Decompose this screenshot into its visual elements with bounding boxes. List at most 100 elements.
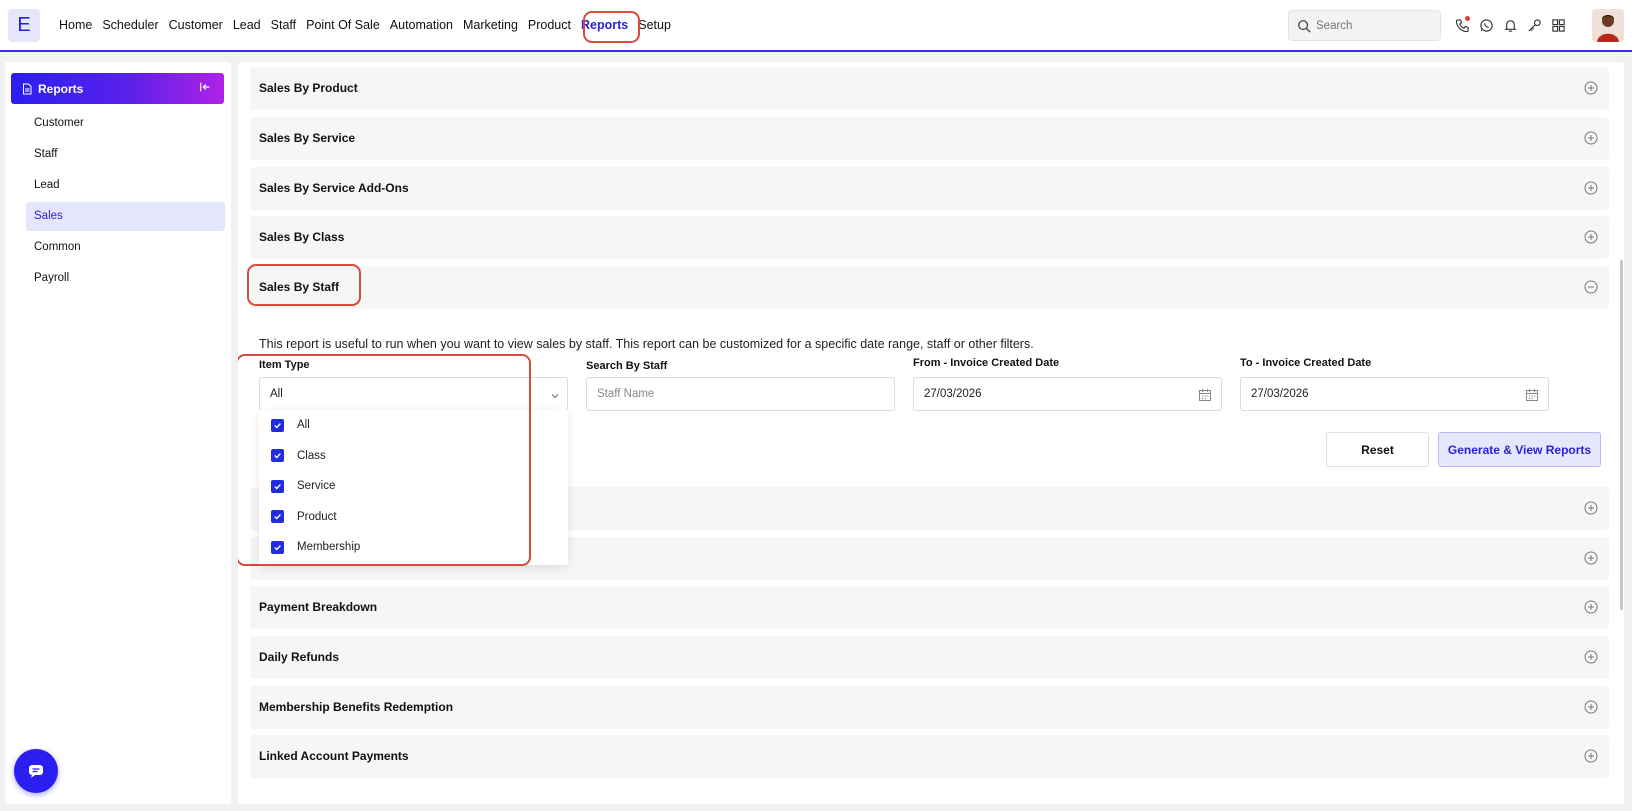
- accordion-linked-account-payments[interactable]: Linked Account Payments: [250, 735, 1609, 778]
- expand-plus-icon[interactable]: [1584, 749, 1598, 763]
- accordion-sales-by-staff[interactable]: Sales By Staff: [250, 266, 1609, 309]
- staff-name-placeholder: Staff Name: [597, 388, 655, 400]
- accordion-title: Sales By Service Add-Ons: [259, 181, 409, 195]
- user-avatar[interactable]: [1592, 9, 1624, 42]
- nav-customer[interactable]: Customer: [164, 11, 228, 39]
- option-product[interactable]: Product: [259, 502, 568, 533]
- sidebar-item-payroll[interactable]: Payroll: [26, 264, 225, 293]
- calendar-icon[interactable]: [1198, 388, 1212, 402]
- report-file-icon: [23, 83, 32, 94]
- app-logo[interactable]: E: [8, 9, 40, 42]
- top-navbar: E Home Scheduler Customer Lead Staff Poi…: [0, 0, 1632, 52]
- reports-sidebar: Reports Customer Staff Lead Sales Common…: [5, 62, 231, 804]
- to-date-input[interactable]: 27/03/2026: [1240, 377, 1549, 411]
- accordion-title: Payment Breakdown: [259, 600, 378, 614]
- accordion-payment-breakdown[interactable]: Payment Breakdown: [250, 586, 1609, 629]
- search-staff-label: Search By Staff: [586, 360, 668, 372]
- accordion-title: Linked Account Payments: [259, 749, 409, 763]
- apps-grid-icon[interactable]: [1549, 15, 1567, 35]
- expand-plus-icon[interactable]: [1584, 700, 1598, 714]
- item-type-dropdown: All Class Service Product Membership: [259, 410, 568, 565]
- to-date-label: To - Invoice Created Date: [1240, 357, 1372, 369]
- option-label: All: [297, 419, 310, 432]
- collapse-minus-icon[interactable]: [1584, 280, 1598, 294]
- nav-automation[interactable]: Automation: [385, 11, 458, 39]
- reset-button[interactable]: Reset: [1326, 432, 1429, 467]
- accordion-sales-by-class[interactable]: Sales By Class: [250, 216, 1609, 259]
- expand-plus-icon[interactable]: [1584, 600, 1598, 614]
- sidebar-header: Reports: [11, 73, 224, 104]
- option-service[interactable]: Service: [259, 471, 568, 502]
- from-date-value: 27/03/2026: [924, 388, 982, 400]
- sidebar-list: Customer Staff Lead Sales Common Payroll: [26, 109, 225, 295]
- notification-dot: [1465, 16, 1470, 21]
- option-all[interactable]: All: [259, 410, 568, 441]
- accordion-title: Sales By Service: [259, 131, 356, 145]
- option-label: Product: [297, 510, 337, 523]
- nav-reports[interactable]: Reports: [576, 11, 633, 39]
- key-icon[interactable]: [1525, 15, 1543, 35]
- accordion-daily-refunds[interactable]: Daily Refunds: [250, 636, 1609, 679]
- phone-icon[interactable]: [1453, 15, 1471, 35]
- calendar-icon[interactable]: [1525, 388, 1539, 402]
- nav-scheduler[interactable]: Scheduler: [97, 11, 163, 39]
- accordion-sales-by-product[interactable]: Sales By Product: [250, 67, 1609, 110]
- nav-marketing[interactable]: Marketing: [458, 11, 523, 39]
- search-box[interactable]: [1288, 10, 1441, 41]
- search-input[interactable]: [1316, 19, 1436, 32]
- sidebar-item-lead[interactable]: Lead: [26, 171, 225, 200]
- item-type-select[interactable]: All: [259, 377, 568, 411]
- nav-home[interactable]: Home: [54, 11, 97, 39]
- scrollbar-thumb[interactable]: [1620, 260, 1623, 610]
- nav-product[interactable]: Product: [523, 11, 576, 39]
- from-date-input[interactable]: 27/03/2026: [913, 377, 1222, 411]
- option-label: Class: [297, 449, 326, 462]
- staff-name-input[interactable]: Staff Name: [586, 377, 895, 411]
- sidebar-item-staff[interactable]: Staff: [26, 140, 225, 169]
- sidebar-item-sales[interactable]: Sales: [26, 202, 225, 231]
- nav-point-of-sale[interactable]: Point Of Sale: [301, 11, 385, 39]
- expand-plus-icon[interactable]: [1584, 181, 1598, 195]
- expand-plus-icon[interactable]: [1584, 230, 1598, 244]
- option-membership[interactable]: Membership: [259, 532, 568, 563]
- accordion-membership-benefits-redemption[interactable]: Membership Benefits Redemption: [250, 686, 1609, 729]
- report-description: This report is useful to run when you wa…: [259, 337, 1034, 351]
- checkbox-checked-icon[interactable]: [271, 540, 284, 554]
- accordion-title: Daily Refunds: [259, 650, 340, 664]
- expand-plus-icon[interactable]: [1584, 131, 1598, 145]
- expand-plus-icon[interactable]: [1584, 501, 1598, 515]
- generate-view-reports-button[interactable]: Generate & View Reports: [1438, 432, 1601, 467]
- expand-plus-icon[interactable]: [1584, 81, 1598, 95]
- checkbox-checked-icon[interactable]: [271, 479, 284, 493]
- sidebar-item-common[interactable]: Common: [26, 233, 225, 262]
- accordion-sales-by-service-addons[interactable]: Sales By Service Add-Ons: [250, 167, 1609, 210]
- accordion-title: Sales By Product: [259, 81, 358, 95]
- whatsapp-icon[interactable]: [1477, 15, 1495, 35]
- option-label: Service: [297, 480, 336, 493]
- option-class[interactable]: Class: [259, 441, 568, 472]
- item-type-value: All: [270, 388, 283, 400]
- to-date-value: 27/03/2026: [1251, 388, 1309, 400]
- checkbox-checked-icon[interactable]: [271, 510, 284, 524]
- nav-staff[interactable]: Staff: [266, 11, 301, 39]
- checkbox-checked-icon[interactable]: [271, 449, 284, 463]
- expand-plus-icon[interactable]: [1584, 650, 1598, 664]
- accordion-sales-by-service[interactable]: Sales By Service: [250, 117, 1609, 160]
- reports-main-panel: Sales By Product Sales By Service Sales …: [238, 62, 1624, 804]
- expand-plus-icon[interactable]: [1584, 551, 1598, 565]
- accordion-title: Sales By Staff: [259, 280, 340, 294]
- nav-lead[interactable]: Lead: [228, 11, 266, 39]
- checkbox-checked-icon[interactable]: [271, 418, 284, 432]
- nav-setup[interactable]: Setup: [633, 11, 676, 39]
- search-icon: [1298, 19, 1311, 33]
- option-label: Membership: [297, 541, 361, 554]
- bell-icon[interactable]: [1501, 15, 1519, 35]
- sidebar-title: Reports: [38, 81, 84, 96]
- main-nav: Home Scheduler Customer Lead Staff Point…: [54, 0, 676, 50]
- sidebar-item-customer[interactable]: Customer: [26, 109, 225, 138]
- accordion-title: Sales By Class: [259, 230, 345, 244]
- scrollbar[interactable]: [1617, 62, 1624, 804]
- collapse-sidebar-icon[interactable]: [199, 81, 211, 93]
- chat-support-button[interactable]: [14, 749, 58, 793]
- item-type-label: Item Type: [259, 359, 310, 371]
